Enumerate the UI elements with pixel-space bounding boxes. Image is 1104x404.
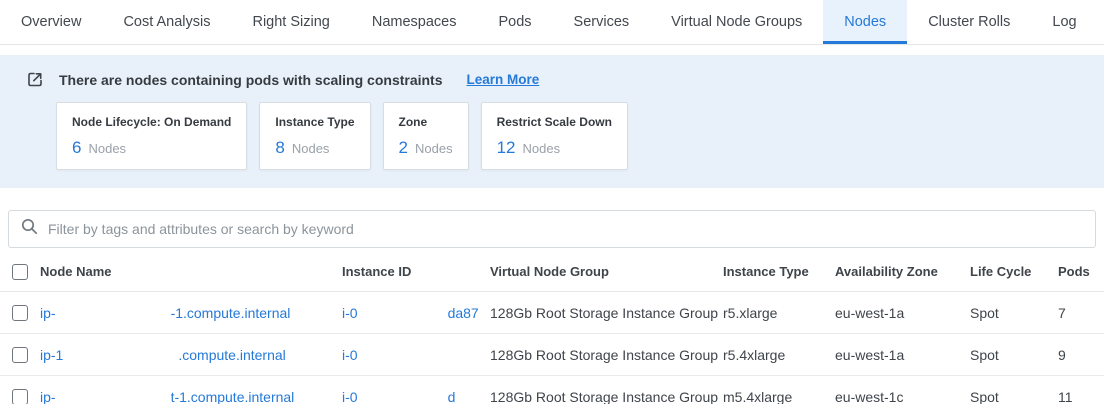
node-name-suffix: -1.compute.internal (171, 305, 291, 321)
table-row[interactable]: ip- t-1.compute.internal i-0 d 128Gb Roo… (0, 376, 1104, 404)
card-title: Zone (399, 115, 453, 129)
card-count: 8 (275, 138, 284, 158)
redacted-text (56, 386, 171, 404)
availability-zone-cell: eu-west-1c (835, 389, 970, 404)
row-checkbox[interactable] (12, 347, 28, 363)
virtual-node-group-cell: 128Gb Root Storage Instance Group (490, 389, 723, 404)
card-title: Instance Type (275, 115, 354, 129)
column-header-instance-id[interactable]: Instance ID (342, 264, 490, 279)
column-header-node-name[interactable]: Node Name (40, 264, 342, 279)
node-name-prefix: ip- (40, 305, 56, 321)
column-header-pods[interactable]: Pods (1058, 264, 1104, 279)
table-row[interactable]: ip- -1.compute.internal i-0 da87 128Gb R… (0, 292, 1104, 334)
banner-message: There are nodes containing pods with sca… (59, 72, 443, 88)
instance-id-prefix: i-0 (342, 305, 358, 321)
node-name-link[interactable]: ip- t-1.compute.internal (40, 389, 342, 404)
instance-id-link[interactable]: i-0 d (342, 389, 490, 404)
card-unit: Nodes (292, 141, 330, 156)
card-unit: Nodes (88, 141, 126, 156)
life-cycle-cell: Spot (970, 389, 1058, 404)
instance-id-link[interactable]: i-0 da87 (342, 305, 490, 321)
instance-type-cell: r5.4xlarge (723, 347, 835, 363)
learn-more-link[interactable]: Learn More (467, 72, 540, 87)
availability-zone-cell: eu-west-1a (835, 347, 970, 363)
select-all-checkbox[interactable] (12, 264, 28, 280)
card-unit: Nodes (415, 141, 453, 156)
table-row[interactable]: ip-1 .compute.internal i-0 128Gb Root St… (0, 334, 1104, 376)
availability-zone-cell: eu-west-1a (835, 305, 970, 321)
column-header-availability-zone[interactable]: Availability Zone (835, 264, 970, 279)
instance-id-link[interactable]: i-0 (342, 347, 490, 363)
search-icon (21, 218, 38, 240)
instance-id-prefix: i-0 (342, 347, 358, 363)
tab-pods[interactable]: Pods (477, 0, 552, 44)
card-count: 2 (399, 138, 408, 158)
redacted-text (358, 344, 448, 366)
instance-type-cell: m5.4xlarge (723, 389, 835, 404)
redacted-text (63, 344, 178, 366)
virtual-node-group-cell: 128Gb Root Storage Instance Group (490, 347, 723, 363)
card-count: 6 (72, 138, 81, 158)
column-header-life-cycle[interactable]: Life Cycle (970, 264, 1058, 279)
pods-cell: 9 (1058, 347, 1104, 363)
instance-id-prefix: i-0 (342, 389, 358, 404)
search-input[interactable] (48, 221, 1083, 237)
instance-id-suffix: da87 (448, 305, 479, 321)
node-name-suffix: t-1.compute.internal (171, 389, 295, 404)
node-name-link[interactable]: ip- -1.compute.internal (40, 305, 342, 321)
node-name-prefix: ip-1 (40, 347, 63, 363)
node-name-suffix: .compute.internal (178, 347, 285, 363)
redacted-text (56, 302, 171, 324)
tab-bar: Overview Cost Analysis Right Sizing Name… (0, 0, 1104, 45)
card-title: Node Lifecycle: On Demand (72, 115, 231, 129)
node-name-prefix: ip- (40, 389, 56, 404)
column-header-instance-type[interactable]: Instance Type (723, 264, 835, 279)
card-unit: Nodes (522, 141, 560, 156)
tab-virtual-node-groups[interactable]: Virtual Node Groups (650, 0, 823, 44)
tab-nodes[interactable]: Nodes (823, 0, 907, 44)
redacted-text (358, 386, 448, 404)
tab-overview[interactable]: Overview (0, 0, 102, 44)
pods-cell: 7 (1058, 305, 1104, 321)
card-instance-type[interactable]: Instance Type 8 Nodes (259, 102, 370, 170)
row-checkbox[interactable] (12, 305, 28, 321)
constraint-summary-cards: Node Lifecycle: On Demand 6 Nodes Instan… (56, 102, 1088, 170)
redacted-text (358, 302, 448, 324)
tab-cluster-rolls[interactable]: Cluster Rolls (907, 0, 1031, 44)
row-checkbox[interactable] (12, 389, 28, 404)
filter-search-bar (8, 210, 1096, 248)
tab-cost-analysis[interactable]: Cost Analysis (102, 0, 231, 44)
card-zone[interactable]: Zone 2 Nodes (383, 102, 469, 170)
column-header-virtual-node-group[interactable]: Virtual Node Group (490, 264, 723, 279)
instance-id-suffix: d (448, 389, 456, 404)
tab-namespaces[interactable]: Namespaces (351, 0, 478, 44)
life-cycle-cell: Spot (970, 305, 1058, 321)
virtual-node-group-cell: 128Gb Root Storage Instance Group (490, 305, 723, 321)
card-title: Restrict Scale Down (497, 115, 612, 129)
pods-cell: 11 (1058, 389, 1104, 404)
table-header-row: Node Name Instance ID Virtual Node Group… (0, 252, 1104, 292)
scaling-constraints-banner: There are nodes containing pods with sca… (0, 55, 1104, 188)
tab-services[interactable]: Services (553, 0, 651, 44)
node-name-link[interactable]: ip-1 .compute.internal (40, 347, 342, 363)
card-count: 12 (497, 138, 516, 158)
scale-up-arrow-icon (26, 70, 45, 89)
card-node-lifecycle-on-demand[interactable]: Node Lifecycle: On Demand 6 Nodes (56, 102, 247, 170)
card-restrict-scale-down[interactable]: Restrict Scale Down 12 Nodes (481, 102, 628, 170)
instance-type-cell: r5.xlarge (723, 305, 835, 321)
tab-log[interactable]: Log (1031, 0, 1097, 44)
life-cycle-cell: Spot (970, 347, 1058, 363)
tab-right-sizing[interactable]: Right Sizing (231, 0, 350, 44)
